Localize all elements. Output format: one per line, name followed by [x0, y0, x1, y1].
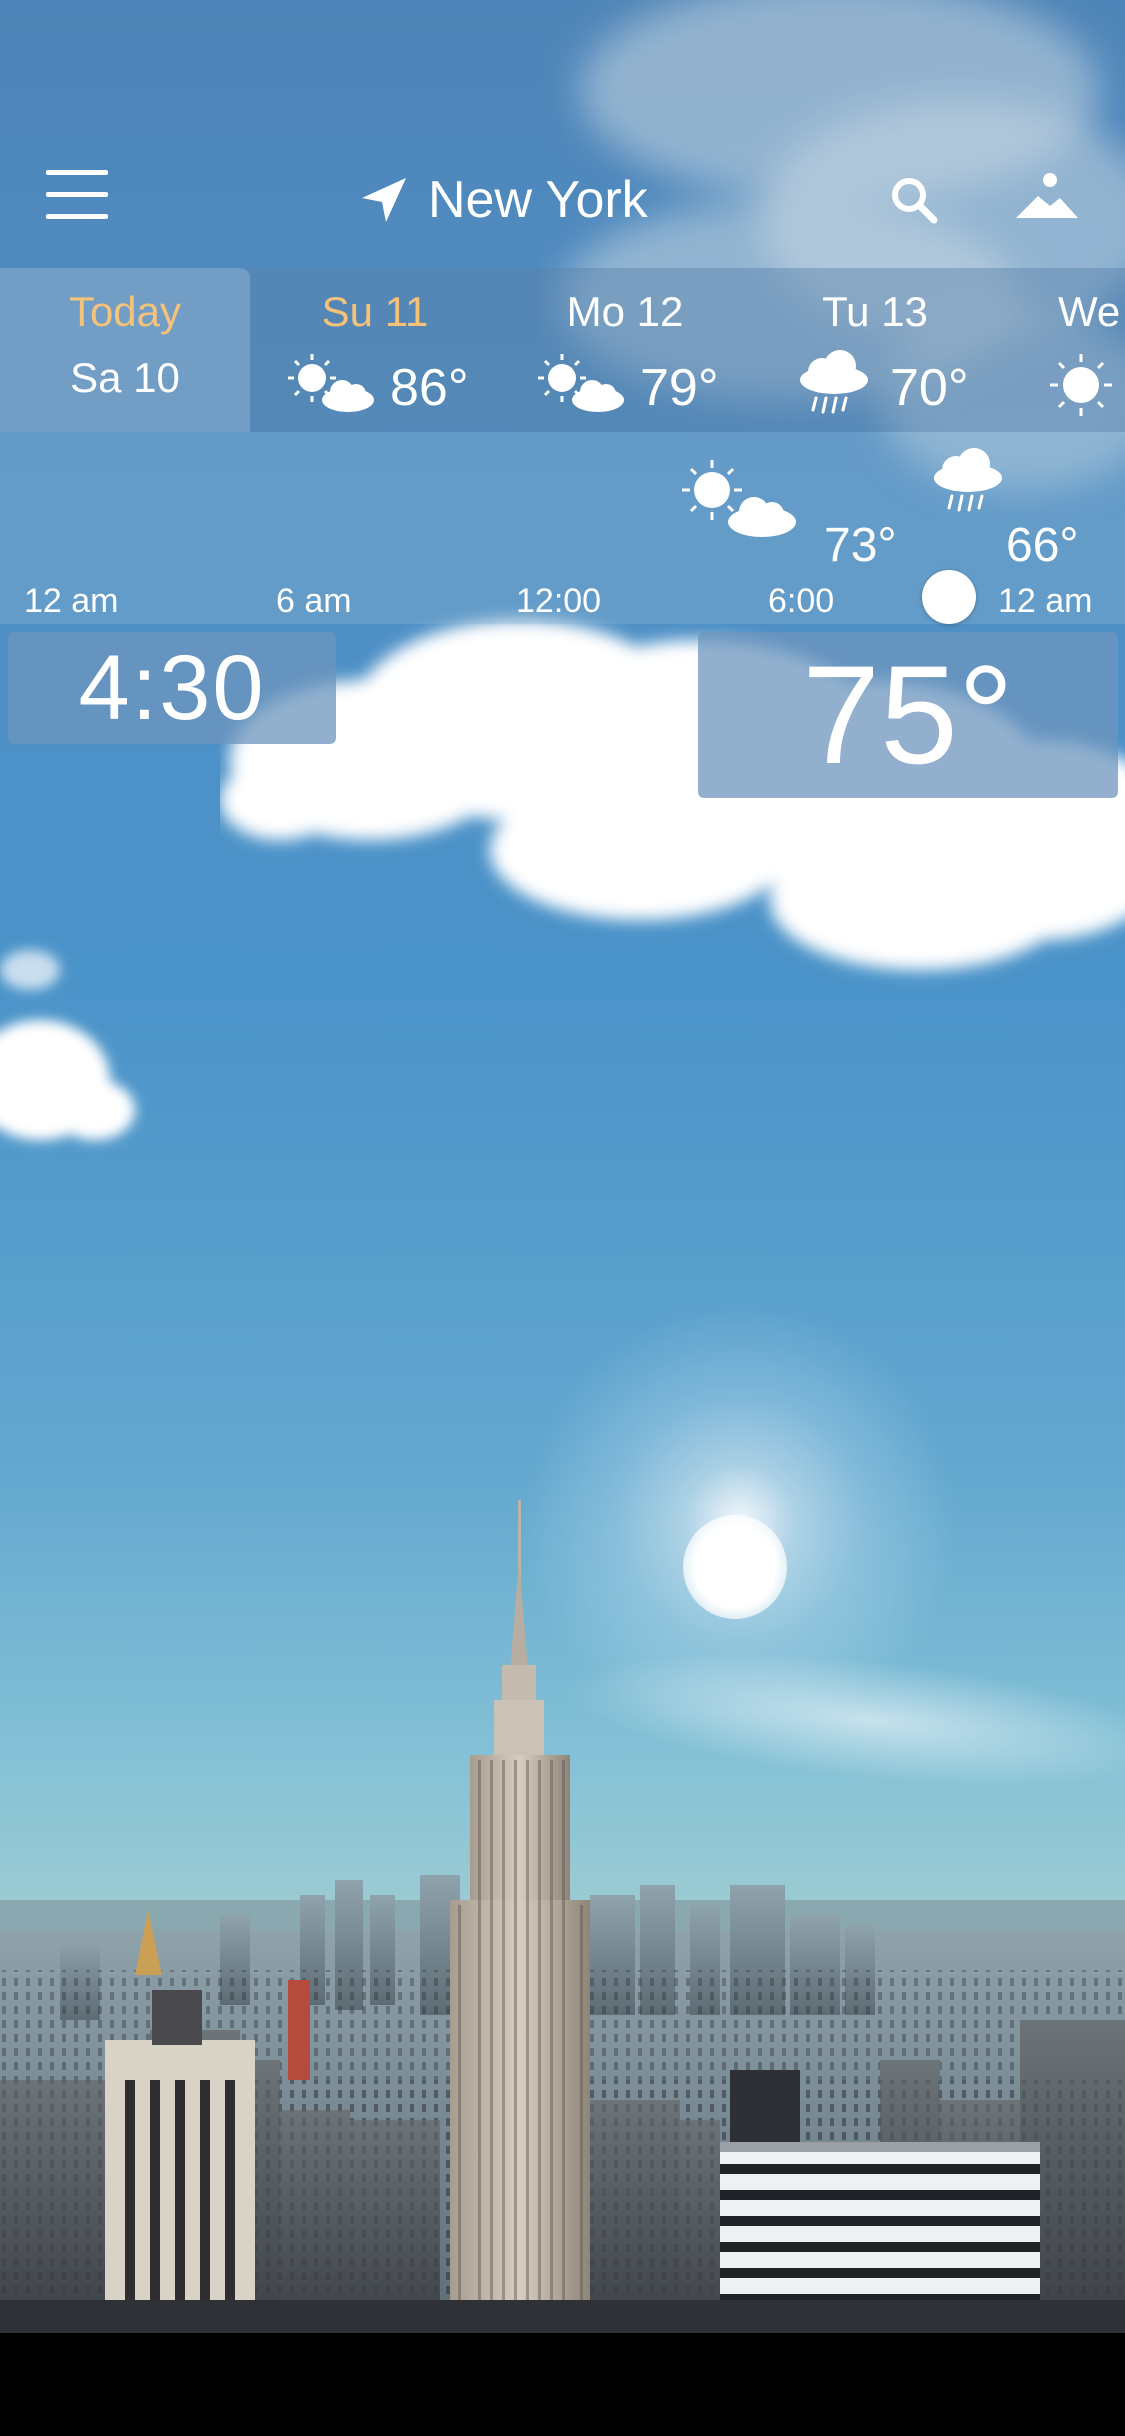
current-time: 4:30	[78, 637, 266, 739]
menu-icon	[46, 170, 108, 175]
search-icon	[892, 178, 938, 224]
day-label: Mo 12	[566, 288, 684, 335]
sun-cloud-icon	[288, 354, 374, 412]
cloud-small-left	[0, 950, 135, 1140]
timeline-tick: 6 am	[276, 582, 352, 620]
day-temp: 86°	[390, 359, 469, 417]
location-selector[interactable]: New York	[360, 168, 648, 232]
background-button[interactable]	[1016, 170, 1078, 226]
current-temperature-box: 75°	[698, 632, 1118, 798]
day-label: We	[1058, 288, 1121, 335]
bottom-system-bar	[0, 2333, 1125, 2436]
hourly-temp: 66°	[1006, 519, 1079, 572]
menu-button[interactable]	[46, 170, 110, 222]
city-skyline	[0, 1500, 1125, 2336]
menu-icon	[46, 214, 108, 219]
search-button[interactable]	[888, 174, 940, 226]
rain-cloud-icon	[800, 350, 868, 414]
day-label: Tu 13	[822, 288, 928, 335]
landscape-icon	[1016, 173, 1078, 218]
location-arrow-icon	[362, 178, 406, 222]
day-tab-today[interactable]: Today Sa 10	[0, 268, 250, 432]
day-temp: 70°	[890, 359, 969, 417]
sun-icon	[1050, 354, 1112, 416]
app-header: New York	[0, 140, 1125, 270]
day-tab-tu-13[interactable]: Tu 13 70°	[750, 268, 1000, 432]
day-tab-su-11[interactable]: Su 11 86°	[250, 268, 500, 432]
menu-icon	[46, 192, 108, 197]
timeline-tick: 6:00	[768, 582, 835, 620]
timeline-tick: 12:00	[516, 582, 602, 620]
timeline-tick: 12 am	[998, 582, 1093, 620]
current-temperature: 75°	[802, 636, 1014, 793]
timeline-tick: 12 am	[24, 582, 119, 620]
day-tab-mo-12[interactable]: Mo 12 79°	[500, 268, 750, 432]
sun-cloud-icon	[682, 460, 796, 537]
day-label: Su 11	[321, 288, 429, 335]
day-temp: 79°	[640, 359, 719, 417]
hourly-temp: 73°	[824, 519, 897, 572]
day-tab-we[interactable]: We	[1000, 268, 1125, 432]
time-slider-handle[interactable]	[922, 570, 976, 624]
daily-forecast-strip: Today Sa 10 Su 11 86° Mo 12 79° Tu 13 70…	[0, 268, 1125, 432]
day-date: Sa 10	[70, 354, 180, 401]
current-time-box: 4:30	[8, 632, 336, 744]
sun-cloud-icon	[538, 354, 624, 412]
location-title: New York	[428, 171, 648, 229]
hourly-timeline: 73° 66° 12 am 6 am 12:00 6:00 12 am	[0, 432, 1125, 624]
day-label: Today	[68, 288, 182, 335]
rain-cloud-icon	[934, 448, 1002, 512]
weather-app: New York Today Sa 10 Su 11 86° Mo 12 79°…	[0, 0, 1125, 2436]
